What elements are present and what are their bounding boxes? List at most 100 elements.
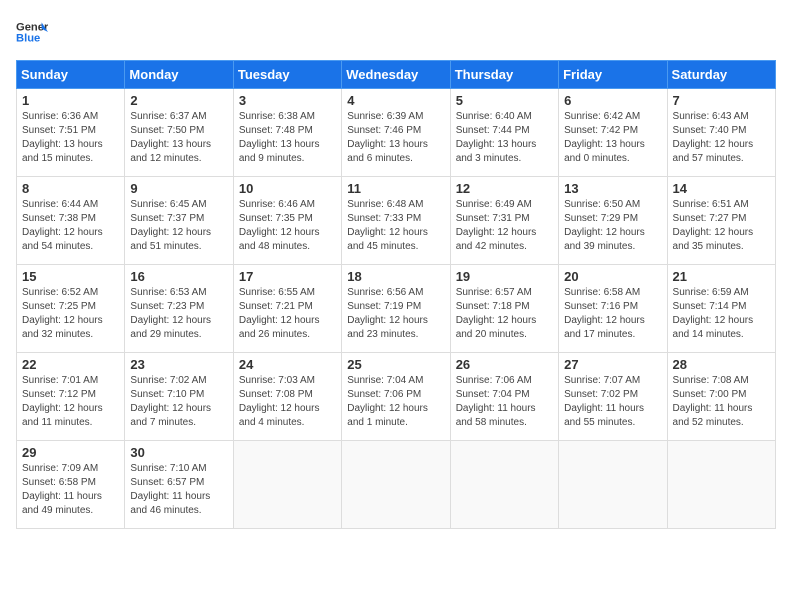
day-number: 2: [130, 93, 227, 108]
weekday-header-friday: Friday: [559, 61, 667, 89]
weekday-header-thursday: Thursday: [450, 61, 558, 89]
table-row: 15Sunrise: 6:52 AMSunset: 7:25 PMDayligh…: [17, 265, 125, 353]
logo-icon: General Blue: [16, 16, 48, 48]
cell-text: Sunrise: 6:37 AMSunset: 7:50 PMDaylight:…: [130, 110, 227, 166]
weekday-header-tuesday: Tuesday: [233, 61, 341, 89]
day-number: 4: [347, 93, 444, 108]
weekday-header-monday: Monday: [125, 61, 233, 89]
cell-text: Sunrise: 7:04 AMSunset: 7:06 PMDaylight:…: [347, 374, 444, 430]
table-row: 19 Sunrise: 6:57 AMSunset: 7:18 PMDayligh…: [450, 265, 558, 353]
cell-text: Sunrise: 6:45 AMSunset: 7:37 PMDaylight:…: [130, 198, 227, 254]
day-number: 1: [22, 93, 119, 108]
week-row-4: 22 Sunrise: 7:01 AMSunset: 7:12 PMDayligh…: [17, 353, 776, 441]
week-row-3: 15Sunrise: 6:52 AMSunset: 7:25 PMDayligh…: [17, 265, 776, 353]
cell-text: Sunrise: 7:07 AMSunset: 7:02 PMDaylight:…: [564, 374, 661, 430]
weekday-header-saturday: Saturday: [667, 61, 775, 89]
table-row: 2 Sunrise: 6:37 AMSunset: 7:50 PMDaylight…: [125, 89, 233, 177]
cell-text: Sunrise: 6:57 AMSunset: 7:18 PMDaylight:…: [456, 286, 553, 342]
cell-text: Sunrise: 6:44 AMSunset: 7:38 PMDaylight:…: [22, 198, 119, 254]
table-row: 29 Sunrise: 7:09 AMSunset: 6:58 PMDayligh…: [17, 441, 125, 529]
cell-text: Sunrise: 6:55 AMSunset: 7:21 PMDaylight:…: [239, 286, 336, 342]
day-number: 9: [130, 181, 227, 196]
table-row: 11Sunrise: 6:48 AMSunset: 7:33 PMDayligh…: [342, 177, 450, 265]
day-number: 16: [130, 269, 227, 284]
day-number: 28: [673, 357, 770, 372]
cell-text: Sunrise: 6:50 AMSunset: 7:29 PMDaylight:…: [564, 198, 661, 254]
table-row: 26 Sunrise: 7:06 AMSunset: 7:04 PMDayligh…: [450, 353, 558, 441]
cell-text: Sunrise: 6:58 AMSunset: 7:16 PMDaylight:…: [564, 286, 661, 342]
cell-text: Sunrise: 7:06 AMSunset: 7:04 PMDaylight:…: [456, 374, 553, 430]
table-row: 8 Sunrise: 6:44 AMSunset: 7:38 PMDaylight…: [17, 177, 125, 265]
cell-text: Sunrise: 6:36 AMSunset: 7:51 PMDaylight:…: [22, 110, 119, 166]
table-row: 9 Sunrise: 6:45 AMSunset: 7:37 PMDaylight…: [125, 177, 233, 265]
table-row: 21 Sunrise: 6:59 AMSunset: 7:14 PMDayligh…: [667, 265, 775, 353]
table-row: [559, 441, 667, 529]
cell-text: Sunrise: 7:01 AMSunset: 7:12 PMDaylight:…: [22, 374, 119, 430]
day-number: 7: [673, 93, 770, 108]
table-row: 27 Sunrise: 7:07 AMSunset: 7:02 PMDayligh…: [559, 353, 667, 441]
cell-text: Sunrise: 6:59 AMSunset: 7:14 PMDaylight:…: [673, 286, 770, 342]
table-row: 25 Sunrise: 7:04 AMSunset: 7:06 PMDayligh…: [342, 353, 450, 441]
day-number: 5: [456, 93, 553, 108]
cell-text: Sunrise: 7:09 AMSunset: 6:58 PMDaylight:…: [22, 462, 119, 518]
day-number: 19: [456, 269, 553, 284]
table-row: 3Sunrise: 6:38 AMSunset: 7:48 PMDaylight…: [233, 89, 341, 177]
day-number: 8: [22, 181, 119, 196]
table-row: 28 Sunrise: 7:08 AMSunset: 7:00 PMDayligh…: [667, 353, 775, 441]
table-row: 30 Sunrise: 7:10 AMSunset: 6:57 PMDayligh…: [125, 441, 233, 529]
table-row: 24 Sunrise: 7:03 AMSunset: 7:08 PMDayligh…: [233, 353, 341, 441]
svg-text:Blue: Blue: [16, 33, 40, 45]
logo: General Blue: [16, 16, 48, 48]
table-row: 6Sunrise: 6:42 AMSunset: 7:42 PMDaylight…: [559, 89, 667, 177]
cell-text: Sunrise: 7:02 AMSunset: 7:10 PMDaylight:…: [130, 374, 227, 430]
table-row: 10 Sunrise: 6:46 AMSunset: 7:35 PMDayligh…: [233, 177, 341, 265]
table-row: 22 Sunrise: 7:01 AMSunset: 7:12 PMDayligh…: [17, 353, 125, 441]
cell-text: Sunrise: 7:03 AMSunset: 7:08 PMDaylight:…: [239, 374, 336, 430]
table-row: 1 Sunrise: 6:36 AMSunset: 7:51 PMDaylight…: [17, 89, 125, 177]
day-number: 6: [564, 93, 661, 108]
day-number: 14: [673, 181, 770, 196]
week-row-2: 8 Sunrise: 6:44 AMSunset: 7:38 PMDaylight…: [17, 177, 776, 265]
cell-text: Sunrise: 6:53 AMSunset: 7:23 PMDaylight:…: [130, 286, 227, 342]
day-number: 10: [239, 181, 336, 196]
table-row: 16 Sunrise: 6:53 AMSunset: 7:23 PMDayligh…: [125, 265, 233, 353]
table-row: 23 Sunrise: 7:02 AMSunset: 7:10 PMDayligh…: [125, 353, 233, 441]
cell-text: Sunrise: 6:51 AMSunset: 7:27 PMDaylight:…: [673, 198, 770, 254]
table-row: [233, 441, 341, 529]
table-row: 13 Sunrise: 6:50 AMSunset: 7:29 PMDayligh…: [559, 177, 667, 265]
table-row: 14 Sunrise: 6:51 AMSunset: 7:27 PMDayligh…: [667, 177, 775, 265]
table-row: [667, 441, 775, 529]
day-number: 11: [347, 181, 444, 196]
day-number: 26: [456, 357, 553, 372]
table-row: 17 Sunrise: 6:55 AMSunset: 7:21 PMDayligh…: [233, 265, 341, 353]
day-number: 29: [22, 445, 119, 460]
table-row: 12Sunrise: 6:49 AMSunset: 7:31 PMDayligh…: [450, 177, 558, 265]
cell-text: Sunrise: 6:38 AMSunset: 7:48 PMDaylight:…: [239, 110, 336, 166]
cell-text: Sunrise: 6:46 AMSunset: 7:35 PMDaylight:…: [239, 198, 336, 254]
table-row: [342, 441, 450, 529]
day-number: 25: [347, 357, 444, 372]
day-number: 18: [347, 269, 444, 284]
day-number: 20: [564, 269, 661, 284]
day-number: 22: [22, 357, 119, 372]
day-number: 13: [564, 181, 661, 196]
table-row: [450, 441, 558, 529]
day-number: 30: [130, 445, 227, 460]
table-row: 18 Sunrise: 6:56 AMSunset: 7:19 PMDayligh…: [342, 265, 450, 353]
cell-text: Sunrise: 7:10 AMSunset: 6:57 PMDaylight:…: [130, 462, 227, 518]
day-number: 27: [564, 357, 661, 372]
cell-text: Sunrise: 6:43 AMSunset: 7:40 PMDaylight:…: [673, 110, 770, 166]
cell-text: Sunrise: 6:40 AMSunset: 7:44 PMDaylight:…: [456, 110, 553, 166]
day-number: 17: [239, 269, 336, 284]
weekday-header-sunday: Sunday: [17, 61, 125, 89]
weekday-header-row: SundayMondayTuesdayWednesdayThursdayFrid…: [17, 61, 776, 89]
table-row: 7 Sunrise: 6:43 AMSunset: 7:40 PMDaylight…: [667, 89, 775, 177]
page-header: General Blue: [16, 16, 776, 48]
day-number: 21: [673, 269, 770, 284]
cell-text: Sunrise: 7:08 AMSunset: 7:00 PMDaylight:…: [673, 374, 770, 430]
cell-text: Sunrise: 6:56 AMSunset: 7:19 PMDaylight:…: [347, 286, 444, 342]
day-number: 23: [130, 357, 227, 372]
cell-text: Sunrise: 6:49 AMSunset: 7:31 PMDaylight:…: [456, 198, 553, 254]
cell-text: Sunrise: 6:39 AMSunset: 7:46 PMDaylight:…: [347, 110, 444, 166]
day-number: 24: [239, 357, 336, 372]
